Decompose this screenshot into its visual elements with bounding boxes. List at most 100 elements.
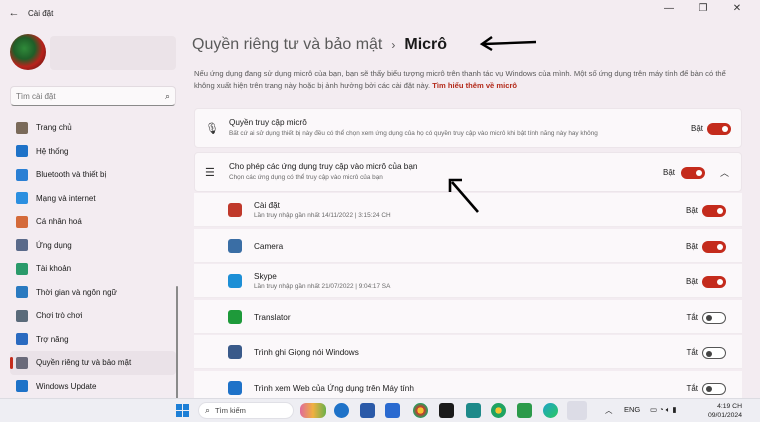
title-bar: ← Cài đặt — ❐ ✕ bbox=[0, 0, 760, 26]
brush-icon bbox=[16, 215, 28, 228]
sidebar-item-2[interactable]: Bluetooth và thiết bị bbox=[10, 163, 176, 187]
sidebar-item-3[interactable]: Mạng và internet bbox=[10, 187, 176, 211]
chrome-alt-icon[interactable] bbox=[491, 403, 506, 418]
chevron-up-icon[interactable]: ︿ bbox=[720, 166, 729, 179]
sidebar-item-7[interactable]: Thời gian và ngôn ngữ bbox=[10, 281, 176, 305]
update-icon bbox=[16, 380, 28, 393]
annotation-arrow-left bbox=[479, 36, 537, 52]
zalo-icon[interactable] bbox=[334, 403, 349, 418]
language-indicator[interactable]: ENG bbox=[624, 405, 640, 414]
app-access-toggle[interactable] bbox=[681, 167, 705, 179]
app-toggle[interactable] bbox=[702, 276, 726, 288]
word-icon[interactable] bbox=[360, 403, 375, 418]
app-name: Translator bbox=[254, 312, 291, 322]
sidebar-item-8[interactable]: Chơi trò chơi bbox=[10, 304, 176, 328]
sidebar-item-11[interactable]: Windows Update bbox=[10, 375, 176, 399]
minimize-button[interactable]: — bbox=[652, 3, 686, 14]
search-box[interactable]: ⌕ bbox=[10, 86, 176, 106]
breadcrumb-parent[interactable]: Quyền riêng tư và bảo mật bbox=[192, 36, 382, 54]
settings-taskbar-icon[interactable] bbox=[567, 401, 587, 420]
sidebar-item-9[interactable]: Trợ năng bbox=[10, 328, 176, 352]
sidebar-item-label: Windows Update bbox=[36, 381, 97, 391]
globe-clock-icon bbox=[16, 286, 28, 299]
app-name: Camera bbox=[254, 241, 284, 251]
mic-access-state: Bật bbox=[690, 124, 703, 133]
clock[interactable]: 4:19 CH 09/01/2024 bbox=[708, 402, 742, 420]
app-last-access: Lần truy nhập gần nhất 14/11/2022 | 3:15… bbox=[254, 212, 391, 219]
accessibility-icon bbox=[16, 333, 28, 346]
search-icon: ⌕ bbox=[205, 405, 211, 415]
translator-icon bbox=[228, 309, 242, 324]
app-toggle[interactable] bbox=[702, 382, 726, 395]
breadcrumb-separator: › bbox=[391, 38, 396, 52]
app-row[interactable]: Translator Tắt bbox=[194, 299, 742, 334]
excel-icon[interactable] bbox=[517, 403, 532, 418]
sidebar-item-1[interactable]: Hệ thống bbox=[10, 140, 176, 164]
sticky-app-icon[interactable] bbox=[439, 403, 454, 418]
app-row[interactable]: Trình ghi Giọng nói Windows Tắt bbox=[194, 335, 742, 369]
start-button[interactable] bbox=[176, 404, 189, 417]
mic-access-title: Quyền truy cập micrô bbox=[229, 118, 307, 127]
app-toggle-state: Tắt bbox=[686, 383, 698, 393]
sidebar-item-label: Mạng và internet bbox=[36, 193, 96, 203]
app-toggle[interactable] bbox=[702, 240, 726, 253]
breadcrumb: Quyền riêng tư và bảo mật › Micrô bbox=[192, 36, 447, 54]
sidebar-item-0[interactable]: Trang chủ bbox=[10, 116, 176, 140]
taskbar: ⌕ Tìm kiếm ︿ ENG ▭ ◔ 🔈︎ ▮ 4:19 CH 09/01/… bbox=[0, 398, 760, 422]
home-icon bbox=[16, 121, 28, 134]
close-button[interactable]: ✕ bbox=[720, 3, 754, 14]
shield-icon bbox=[16, 356, 28, 369]
app-toggle-state: Tắt bbox=[686, 348, 698, 357]
sidebar-item-4[interactable]: Cá nhân hoá bbox=[10, 210, 176, 234]
webview-icon bbox=[228, 380, 242, 395]
learn-more-link[interactable]: Tìm hiểu thêm về micrô bbox=[432, 81, 517, 90]
sidebar-item-label: Trang chủ bbox=[36, 123, 72, 133]
account-info-redacted bbox=[50, 36, 176, 70]
mic-access-row[interactable]: 🎙︎ Quyền truy cập micrô Bất cứ ai sử dụn… bbox=[194, 108, 742, 148]
sidebar-item-6[interactable]: Tài khoản bbox=[10, 257, 176, 281]
app-toggle[interactable] bbox=[702, 347, 726, 359]
sidebar-item-5[interactable]: Ứng dụng bbox=[10, 234, 176, 258]
maximize-button[interactable]: ❐ bbox=[686, 3, 720, 14]
skype-icon bbox=[228, 274, 242, 288]
sidebar-scrollbar[interactable] bbox=[176, 286, 178, 406]
app-toggle-state: Bật bbox=[685, 206, 698, 215]
avatar[interactable] bbox=[10, 34, 46, 70]
page-description: Nếu ứng dụng đang sử dụng micrô của bạn,… bbox=[194, 68, 742, 92]
voice-recorder-icon bbox=[228, 345, 242, 359]
chrome-icon[interactable] bbox=[413, 403, 428, 418]
taskbar-search[interactable]: ⌕ Tìm kiếm bbox=[198, 402, 294, 419]
app-row[interactable]: Camera Bật bbox=[194, 228, 742, 263]
display-icon bbox=[16, 145, 28, 158]
app-toggle-state: Bật bbox=[685, 241, 698, 251]
sidebar-item-label: Hệ thống bbox=[36, 146, 69, 156]
widgets-icon[interactable] bbox=[300, 403, 326, 418]
search-icon[interactable]: ⌕ bbox=[165, 91, 170, 102]
sidebar-item-10[interactable]: Quyền riêng tư và bảo mật bbox=[10, 351, 176, 375]
camera-icon bbox=[228, 238, 242, 253]
app-name: Skype bbox=[254, 272, 277, 281]
back-arrow-icon[interactable]: ← bbox=[0, 7, 28, 19]
photos-icon[interactable] bbox=[466, 403, 481, 418]
search-input[interactable] bbox=[16, 91, 165, 101]
annotation-arrow-diagonal bbox=[448, 178, 479, 213]
apps-icon bbox=[16, 239, 28, 252]
outlook-icon[interactable] bbox=[385, 403, 400, 418]
bluetooth-icon bbox=[16, 168, 28, 181]
settings-gear-icon bbox=[228, 203, 242, 217]
app-row[interactable]: Skype Lần truy nhập gần nhất 21/07/2022 |… bbox=[194, 264, 742, 298]
sidebar-item-label: Ứng dụng bbox=[36, 240, 72, 250]
tray-chevron-icon[interactable]: ︿ bbox=[605, 405, 613, 416]
sidebar: ⌕ Trang chủ Hệ thống Bluetooth và thiết bị… bbox=[0, 26, 184, 406]
main-content: Quyền riêng tư và bảo mật › Micrô Nếu ứn… bbox=[184, 26, 760, 405]
app-toggle[interactable] bbox=[702, 205, 726, 217]
edge-icon[interactable] bbox=[543, 403, 558, 418]
sidebar-item-label: Quyền riêng tư và bảo mật bbox=[36, 358, 132, 368]
app-toggle[interactable] bbox=[702, 311, 726, 324]
sidebar-item-label: Cá nhân hoá bbox=[36, 217, 82, 227]
tray-status-icons[interactable]: ▭ ◔ 🔈︎ ▮ bbox=[650, 405, 677, 415]
person-icon bbox=[16, 262, 28, 275]
list-icon: ☰ bbox=[205, 167, 215, 179]
app-toggle-state: Bật bbox=[685, 277, 698, 286]
mic-access-toggle[interactable] bbox=[707, 123, 731, 135]
